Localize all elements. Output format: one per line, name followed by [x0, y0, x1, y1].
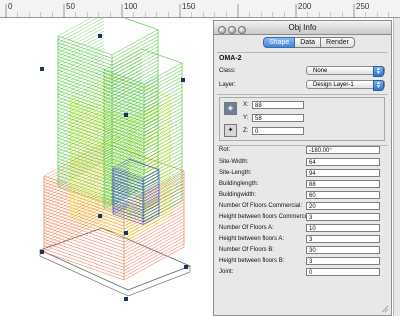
selection-handle	[98, 34, 102, 38]
param-label: Number Of Floors B:	[219, 247, 275, 253]
param-field[interactable]: 3	[306, 213, 380, 221]
ruler-label-50b: 100	[124, 2, 138, 11]
close-button[interactable]	[218, 26, 226, 34]
divider	[217, 52, 388, 53]
param-field[interactable]: 3	[306, 257, 380, 265]
z-label: Z:	[243, 128, 249, 134]
tab-shape[interactable]: Shape	[263, 37, 296, 48]
x-field[interactable]: 88	[252, 101, 304, 109]
param-field[interactable]: 3	[306, 235, 380, 243]
param-label: Joint:	[219, 269, 234, 275]
param-label: Site-Length:	[219, 170, 252, 176]
drawing-canvas[interactable]	[0, 18, 215, 316]
updown-arrows-icon: ▲ ▼	[373, 80, 384, 91]
param-field[interactable]: 64	[306, 158, 380, 166]
param-field[interactable]: 10	[306, 224, 380, 232]
selection-handle	[124, 297, 128, 301]
ruler-label-100: 150	[182, 2, 196, 11]
param-field[interactable]: 0	[306, 268, 380, 276]
z-field[interactable]: 0	[252, 127, 304, 135]
object-name: OMA-2	[219, 55, 242, 62]
3d-axes-icon[interactable]: ✦	[224, 124, 237, 137]
selection-handle	[124, 231, 128, 235]
obj-info-palette: Obj Info Shape Data Render OMA-2 Class: …	[213, 20, 392, 316]
tab-render[interactable]: Render	[321, 37, 356, 48]
palette-tabs: Shape Data Render	[263, 37, 356, 48]
param-field[interactable]: 30	[306, 246, 380, 254]
2d-locus-icon[interactable]: ◈	[224, 102, 237, 115]
palette-title-bar[interactable]: Obj Info	[214, 21, 391, 35]
y-field[interactable]: 58	[252, 114, 304, 122]
zoom-button[interactable]	[238, 26, 246, 34]
ruler-label-50: 50	[66, 2, 75, 11]
param-label: Buildinglength:	[219, 181, 259, 187]
selection-handle	[181, 78, 185, 82]
ruler-label-250: 250	[356, 2, 370, 11]
class-label: Class:	[219, 68, 236, 74]
class-dropdown[interactable]: None ▲ ▼	[306, 66, 385, 77]
site-plate-edge	[39, 249, 191, 297]
vertical-scrollbar[interactable]	[393, 18, 400, 316]
ruler-ticks	[5, 4, 389, 18]
param-field[interactable]: 20	[306, 202, 380, 210]
layer-dropdown[interactable]: Design Layer-1 ▲ ▼	[306, 80, 385, 91]
param-label: Height between floors B:	[219, 258, 285, 264]
param-label: Height between floors Commercial:	[219, 214, 313, 220]
selection-handle	[124, 113, 128, 117]
selection-handle	[98, 214, 102, 218]
selection-handle	[40, 250, 44, 254]
tab-data[interactable]: Data	[295, 37, 322, 48]
ruler-label-200: 200	[298, 2, 312, 11]
minimize-button[interactable]	[228, 26, 236, 34]
param-label: Buildingwidth:	[219, 192, 257, 198]
param-label: Site-Width:	[219, 159, 249, 165]
resize-grip-icon[interactable]	[381, 305, 389, 313]
x-label: X:	[243, 102, 249, 108]
selection-handle	[184, 265, 188, 269]
layer-value: Design Layer-1	[313, 82, 354, 88]
param-field[interactable]: 88	[306, 180, 380, 188]
position-group: ◈ ✦ X: 88 Y: 58 Z: 0	[219, 97, 385, 141]
updown-arrows-icon: ▲ ▼	[373, 66, 384, 77]
param-label: Height between floors A:	[219, 236, 285, 242]
horizontal-ruler: 0 50 100 150 200 250	[0, 0, 400, 18]
param-label: Number Of Floors A:	[219, 225, 274, 231]
y-label: Y:	[243, 115, 249, 121]
param-label: Number Of Floors Commercial:	[219, 203, 303, 209]
param-field[interactable]: -180.00°	[306, 146, 380, 154]
ruler-label-0: 0	[8, 2, 13, 11]
building-model[interactable]	[39, 18, 191, 301]
palette-title: Obj Info	[288, 23, 317, 32]
class-value: None	[313, 68, 328, 74]
param-field[interactable]: 94	[306, 169, 380, 177]
layer-label: Layer:	[219, 82, 236, 88]
divider	[217, 94, 388, 95]
param-label: Rot:	[219, 147, 231, 153]
selection-handle	[40, 67, 44, 71]
param-field[interactable]: 60	[306, 191, 380, 199]
